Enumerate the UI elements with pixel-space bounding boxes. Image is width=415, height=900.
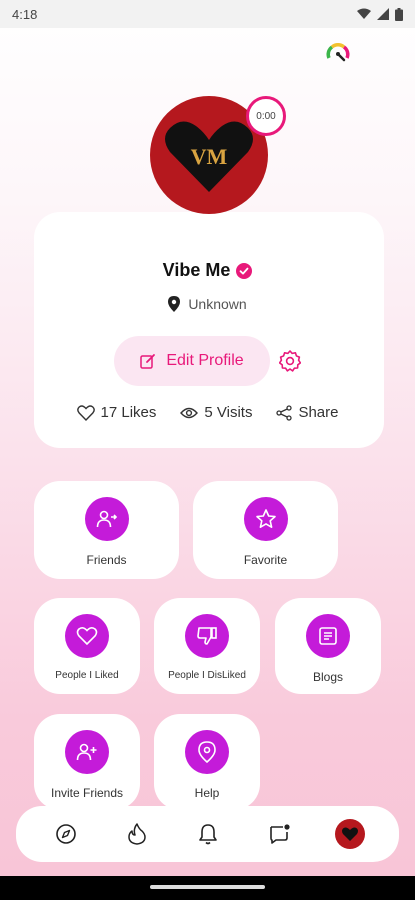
home-handle[interactable] <box>150 885 265 889</box>
location-row: Unknown <box>0 296 415 312</box>
friends-icon <box>84 497 129 541</box>
blog-icon <box>306 614 350 658</box>
nav-messages[interactable] <box>264 819 294 849</box>
heart-logo-small-icon <box>341 827 358 841</box>
tile-invite-friends[interactable]: Invite Friends <box>34 714 140 810</box>
battery-icon <box>395 7 403 21</box>
wifi-icon <box>357 8 371 19</box>
nav-explore[interactable] <box>51 819 81 849</box>
tile-people-liked-label: People I Liked <box>55 670 119 681</box>
bell-icon <box>198 824 217 845</box>
stats-row: 17 Likes 5 Visits Share <box>0 404 415 421</box>
edit-profile-button[interactable]: Edit Profile <box>114 336 270 386</box>
status-bar: 4:18 <box>0 0 415 28</box>
edit-profile-label: Edit Profile <box>166 352 244 369</box>
tile-help-label: Help <box>194 786 220 800</box>
tile-favorite-label: Favorite <box>243 553 288 567</box>
profile-name: Vibe Me <box>162 260 231 280</box>
tile-invite-friends-label: Invite Friends <box>50 786 124 800</box>
flame-icon <box>127 823 146 845</box>
status-time: 4:18 <box>12 6 38 22</box>
visits-count: 5 Visits <box>204 404 253 421</box>
location-pin-icon <box>168 296 181 312</box>
name-row: Vibe Me <box>0 260 415 281</box>
thumbs-down-icon <box>185 614 229 658</box>
star-icon <box>243 497 288 541</box>
avatar-initials: VM <box>191 144 228 169</box>
tile-blogs[interactable]: Blogs <box>275 598 381 694</box>
tile-favorite[interactable]: Favorite <box>193 481 338 579</box>
likes-stat[interactable]: 17 Likes <box>76 404 157 421</box>
tile-people-disliked[interactable]: People I DisLiked <box>154 598 260 694</box>
tile-blogs-label: Blogs <box>312 670 344 684</box>
location-text: Unknown <box>188 296 247 312</box>
nav-hot[interactable] <box>122 819 152 849</box>
nav-avatar <box>334 819 365 849</box>
likes-count: 17 Likes <box>100 404 157 421</box>
status-icons <box>357 7 403 21</box>
eye-icon <box>180 407 199 418</box>
nav-notifications[interactable] <box>193 819 223 849</box>
gauge-icon[interactable] <box>325 40 351 66</box>
timer-badge[interactable]: 0:00 <box>246 96 286 136</box>
tile-friends-label: Friends <box>86 553 127 567</box>
signal-icon <box>377 8 389 20</box>
compass-icon <box>55 824 76 844</box>
share-label: Share <box>298 404 339 421</box>
heart-outline-icon <box>76 404 95 421</box>
tile-friends[interactable]: Friends <box>34 481 179 579</box>
tile-people-disliked-label: People I DisLiked <box>168 670 246 681</box>
visits-stat[interactable]: 5 Visits <box>180 404 252 421</box>
chat-icon <box>269 824 290 844</box>
settings-gear-icon[interactable] <box>279 350 301 372</box>
share-button[interactable]: Share <box>276 404 338 421</box>
tile-help[interactable]: Help <box>154 714 260 810</box>
timer-value: 0:00 <box>256 110 276 122</box>
heart-icon <box>65 614 109 658</box>
help-pin-icon <box>185 730 229 774</box>
verified-icon <box>236 262 253 279</box>
add-user-icon <box>65 730 109 774</box>
tile-people-liked[interactable]: People I Liked <box>34 598 140 694</box>
share-icon <box>276 404 293 421</box>
bottom-nav <box>16 806 399 862</box>
nav-profile[interactable] <box>334 819 365 849</box>
edit-icon <box>140 354 156 369</box>
